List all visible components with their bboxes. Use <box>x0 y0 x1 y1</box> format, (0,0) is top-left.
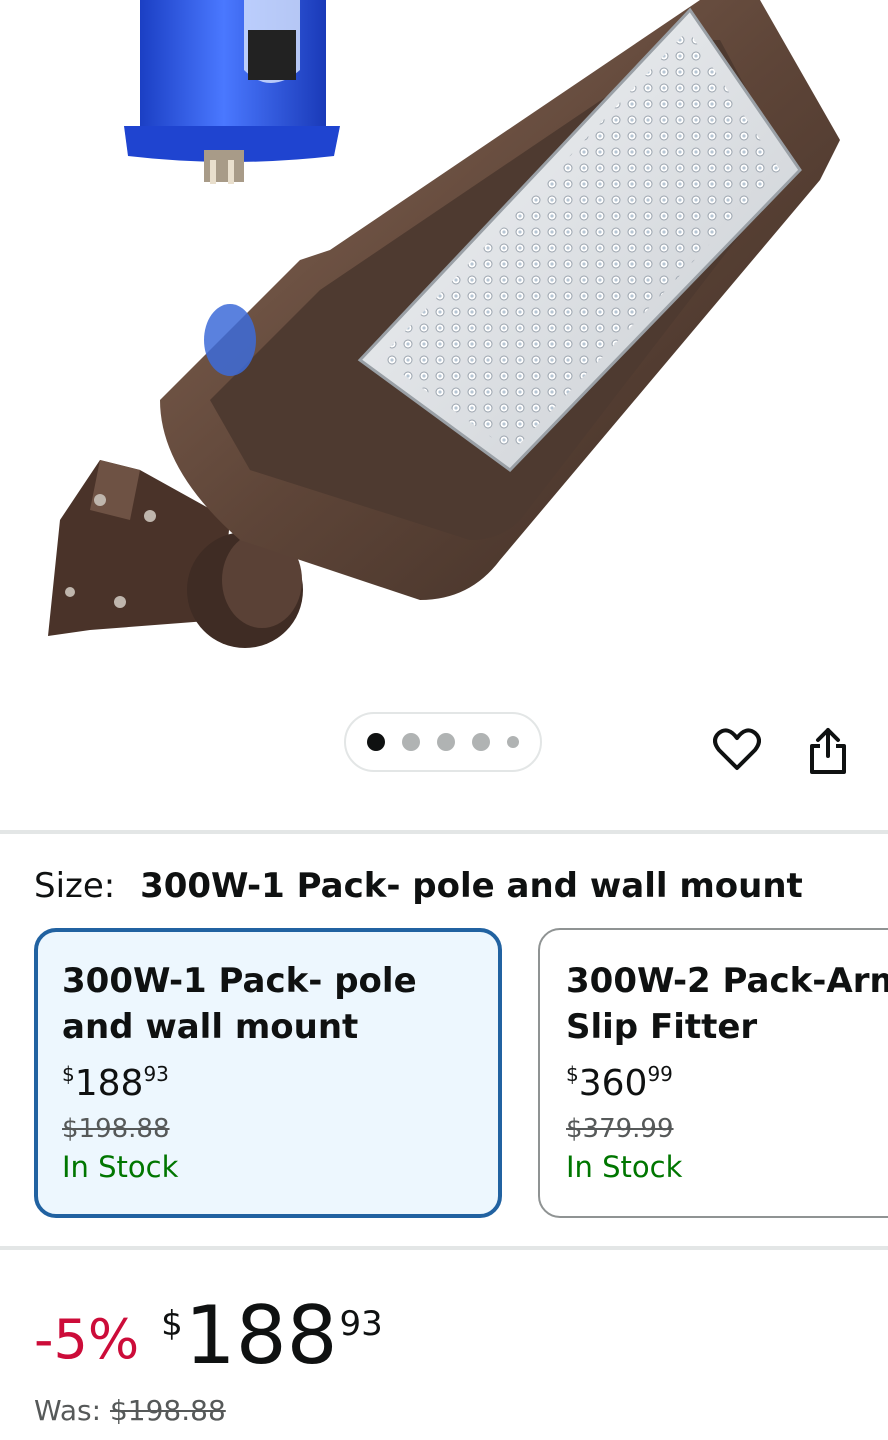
size-option-card[interactable]: 300W-2 Pack-Arm & Slip Fitter $36099 $37… <box>538 928 888 1218</box>
price-whole: 188 <box>184 1289 338 1382</box>
was-price: $198.88 <box>109 1394 226 1427</box>
size-option-stock: In Stock <box>62 1150 179 1184</box>
size-option-was-price: $198.88 <box>62 1114 170 1144</box>
section-divider <box>0 1246 888 1250</box>
product-image <box>48 0 840 648</box>
size-option-card-selected[interactable]: 300W-1 Pack- pole and wall mount $18893 … <box>34 928 502 1218</box>
size-options-carousel[interactable]: 300W-1 Pack- pole and wall mount $18893 … <box>34 928 888 1218</box>
size-selected-value: 300W-1 Pack- pole and wall mount <box>140 866 803 906</box>
photocell-sensor <box>124 0 340 184</box>
section-divider <box>0 830 888 834</box>
share-button[interactable] <box>802 722 854 778</box>
size-option-price: $18893 <box>62 1062 169 1104</box>
price-block: -5% $ 188 93 <box>34 1296 383 1376</box>
discount-percentage: -5% <box>34 1308 140 1371</box>
was-label: Was: <box>34 1394 102 1427</box>
size-option-name: 300W-2 Pack-Arm & Slip Fitter <box>566 961 888 1047</box>
image-carousel-indicator[interactable] <box>344 712 542 772</box>
share-icon <box>810 728 846 774</box>
carousel-dot[interactable] <box>402 733 420 751</box>
carousel-dot-active[interactable] <box>367 733 385 751</box>
product-image-gallery[interactable] <box>0 0 888 700</box>
carousel-dot[interactable] <box>472 733 490 751</box>
carousel-dot[interactable] <box>437 733 455 751</box>
size-option-name: 300W-1 Pack- pole and wall mount <box>62 961 417 1047</box>
size-option-was-price: $379.99 <box>566 1114 674 1144</box>
add-to-list-button[interactable] <box>711 722 763 778</box>
size-option-stock: In Stock <box>566 1150 683 1184</box>
size-selector-heading: Size: 300W-1 Pack- pole and wall mount <box>34 866 803 906</box>
price-fraction: 93 <box>339 1304 383 1344</box>
heart-icon <box>713 728 761 770</box>
size-option-price: $36099 <box>566 1062 673 1104</box>
price-currency-symbol: $ <box>161 1304 183 1344</box>
list-price: Was: $198.88 <box>34 1394 226 1427</box>
size-label: Size: <box>34 866 116 906</box>
carousel-dot[interactable] <box>507 736 519 748</box>
